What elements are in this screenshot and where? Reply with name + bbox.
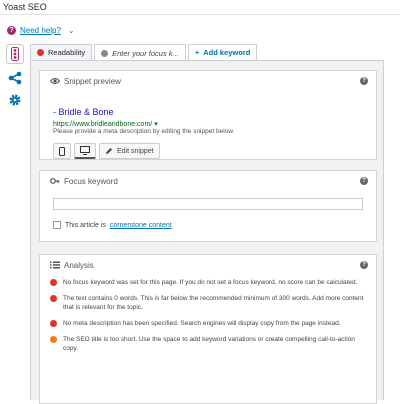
list-item: No focus keyword was set for this page. … — [50, 278, 368, 287]
snippet-url-text: https://www.bridleandbone.com/ — [53, 121, 153, 128]
tab-label: Add keyword — [203, 48, 251, 57]
result-text: The text contains 0 words. This is far b… — [63, 295, 364, 311]
question-circle-icon: ? — [7, 25, 16, 35]
keyword-tabs: Readability Enter your focus k... + Add … — [30, 44, 259, 61]
help-icon[interactable]: ? — [360, 261, 368, 269]
list-item: The SEO title is too short. Use the spac… — [50, 335, 368, 353]
key-icon — [50, 178, 60, 184]
edit-snippet-button[interactable]: Edit snippet — [99, 143, 160, 159]
sidebar-item-seo[interactable] — [6, 44, 24, 64]
help-toggle[interactable]: ? Need help? ⌄ — [7, 24, 75, 36]
result-text: The SEO title is too short. Use the spac… — [63, 336, 355, 352]
panel-title[interactable]: Snippet preview — [40, 71, 376, 91]
analysis-panel: Analysis ? No focus keyword was set for … — [39, 254, 377, 404]
metabox-content: Snippet preview ? - Bridle & Bone https:… — [30, 60, 384, 404]
caret-down-icon: ▾ — [154, 121, 158, 128]
panel-title[interactable]: Focus keyword — [40, 171, 376, 191]
sidebar-item-settings[interactable] — [6, 92, 24, 108]
edit-snippet-label: Edit snippet — [117, 147, 154, 155]
snippet-title: - Bridle & Bone — [53, 107, 114, 117]
list-item: No meta description has been specified. … — [50, 319, 368, 328]
app-header: Yoast SEO — [0, 0, 400, 15]
snippet-description: Please provide a meta description by edi… — [53, 128, 235, 135]
plus-icon: + — [194, 48, 200, 57]
tab-label: Readability — [48, 48, 86, 57]
tab-readability[interactable]: Readability — [30, 44, 93, 60]
desktop-preview-button[interactable] — [74, 143, 96, 159]
pencil-icon — [106, 148, 112, 154]
status-dot — [101, 49, 109, 57]
status-dot — [50, 320, 57, 327]
analysis-results: No focus keyword was set for this page. … — [50, 278, 368, 360]
tab-focus-keyword[interactable]: Enter your focus k... — [94, 44, 186, 61]
mobile-icon — [59, 146, 65, 156]
help-icon[interactable]: ? — [360, 177, 368, 185]
cornerstone-row: This article is cornerstone content — [53, 221, 172, 229]
focus-keyword-input[interactable] — [53, 198, 363, 210]
snippet-url: https://www.bridleandbone.com/ ▾ — [53, 120, 158, 128]
status-dot — [50, 279, 57, 286]
sidebar-item-social[interactable] — [6, 70, 24, 86]
cornerstone-label: This article is — [65, 221, 106, 229]
mobile-preview-button[interactable] — [53, 143, 71, 159]
result-text: No meta description has been specified. … — [63, 320, 341, 327]
list-item: The text contains 0 words. This is far b… — [50, 294, 368, 312]
device-toggle: Edit snippet — [53, 143, 160, 159]
help-icon[interactable]: ? — [360, 77, 368, 85]
need-help-link[interactable]: Need help? — [20, 26, 61, 35]
status-dot — [37, 49, 44, 56]
result-text: No focus keyword was set for this page. … — [63, 279, 358, 286]
gear-icon — [9, 94, 21, 106]
share-icon — [8, 71, 22, 85]
traffic-light-icon — [11, 47, 19, 61]
snippet-preview-panel: Snippet preview ? - Bridle & Bone https:… — [39, 70, 377, 160]
cornerstone-link[interactable]: cornerstone content — [110, 222, 172, 229]
focus-keyword-panel: Focus keyword ? This article is cornerst… — [39, 170, 377, 242]
status-dot — [50, 336, 57, 343]
eye-icon — [50, 78, 60, 84]
cornerstone-checkbox[interactable] — [53, 221, 61, 229]
status-dot — [50, 295, 57, 302]
list-icon — [50, 261, 60, 269]
chevron-down-icon[interactable]: ⌄ — [68, 26, 75, 35]
snippet-heading: Snippet preview — [64, 76, 121, 86]
desktop-icon — [80, 146, 90, 155]
app-title: Yoast SEO — [3, 2, 47, 12]
panel-title[interactable]: Analysis — [40, 255, 376, 275]
add-keyword-button[interactable]: + Add keyword — [187, 44, 258, 60]
sidebar — [6, 44, 24, 108]
analysis-heading: Analysis — [64, 260, 94, 270]
tab-label: Enter your focus k... — [112, 48, 179, 58]
focus-keyword-heading: Focus keyword — [64, 176, 118, 186]
